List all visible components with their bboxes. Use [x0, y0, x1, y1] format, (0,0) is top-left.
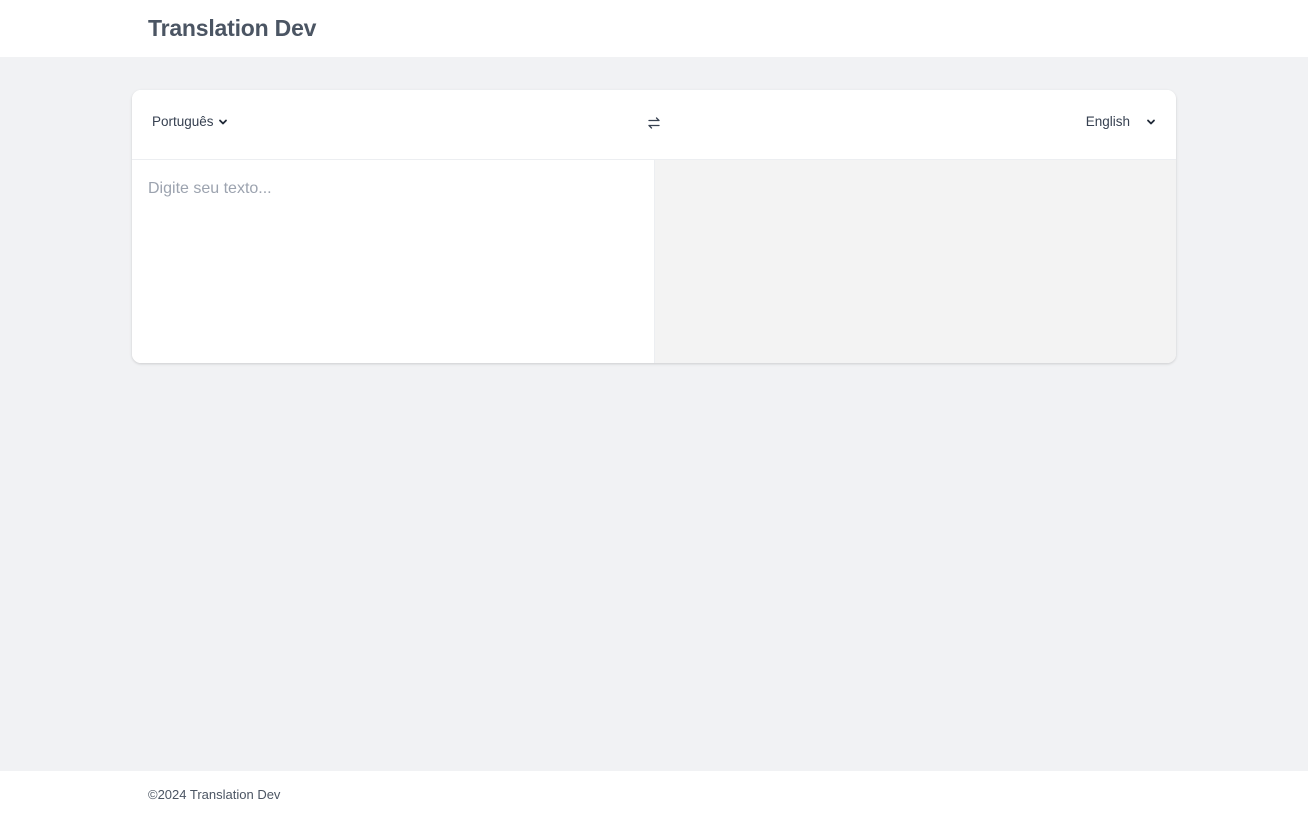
copyright-text: ©2024 Translation Dev — [148, 787, 281, 802]
source-language-select[interactable]: Português — [152, 114, 228, 129]
chevron-down-icon — [1146, 117, 1156, 127]
translation-output-pane — [655, 160, 1176, 363]
swap-languages-button[interactable] — [640, 113, 668, 137]
target-language-label: English — [1085, 114, 1130, 129]
site-footer: ©2024 Translation Dev — [0, 771, 1308, 816]
swap-arrows-icon — [645, 114, 663, 137]
translator-card: Português English — [132, 90, 1176, 363]
brand-title: Translation Dev — [148, 15, 317, 41]
language-bar: Português English — [132, 90, 1176, 160]
source-language-label: Português — [152, 114, 214, 129]
source-text-input[interactable] — [132, 160, 654, 363]
source-text-pane — [132, 160, 655, 363]
site-header: Translation Dev — [0, 0, 1308, 57]
target-language-select[interactable]: English — [1086, 114, 1156, 129]
chevron-down-icon — [218, 117, 228, 127]
